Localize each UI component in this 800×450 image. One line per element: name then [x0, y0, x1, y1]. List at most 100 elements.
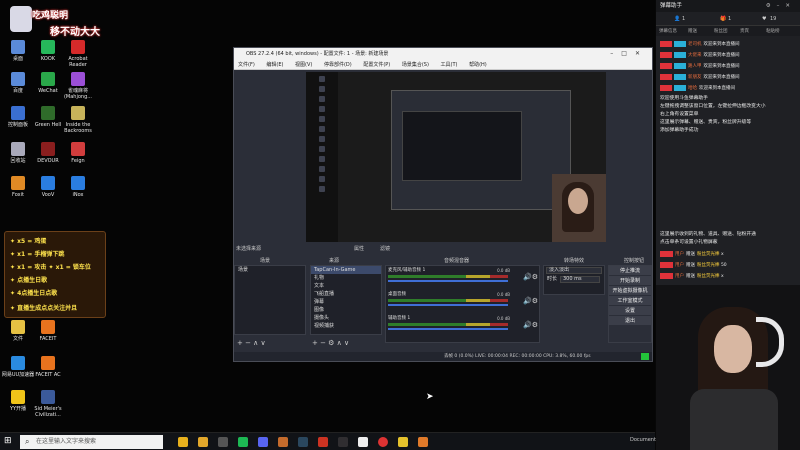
desktop-icon[interactable]: Sid Meier's Civilizati...	[30, 390, 66, 418]
fan-badge	[674, 40, 686, 47]
app4-taskbar-icon[interactable]	[418, 437, 428, 447]
windows-start-icon[interactable]: ⊞	[4, 437, 13, 446]
desktop-icon[interactable]: iNox	[60, 176, 96, 198]
exit-button[interactable]: 退出	[609, 316, 651, 326]
window-controls[interactable]: –□✕	[610, 48, 648, 60]
taskbar-document-label[interactable]: Document	[630, 437, 656, 443]
studio-mode-button[interactable]: 工作室模式	[609, 296, 651, 306]
desktop-icon[interactable]: FACEIT	[30, 320, 66, 342]
obs-titlebar[interactable]: OBS 27.2.4 (64 bit, windows) - 配置文件: 1 -…	[234, 48, 652, 60]
source-item[interactable]: 摄像头	[311, 314, 381, 322]
transition-select[interactable]: 淡入淡出	[546, 267, 602, 274]
tab-rank[interactable]: 粘贴榜	[766, 28, 780, 34]
app3-taskbar-icon[interactable]	[398, 437, 408, 447]
source-item[interactable]: 飞船直播	[311, 290, 381, 298]
menu-edit[interactable]: 编辑(E)	[266, 62, 283, 68]
app2-taskbar-icon[interactable]	[318, 437, 328, 447]
gift-message[interactable]: 用户 赠送 粉丝荧光棒 50	[660, 261, 729, 270]
gift-action: 赠送	[686, 252, 695, 257]
stop-stream-button[interactable]: 停止推流	[609, 266, 651, 276]
chat-message[interactable]: 新朋友 欢迎来到本直播间	[660, 73, 740, 82]
volume-slider[interactable]	[388, 280, 508, 282]
menu-file[interactable]: 文件(F)	[238, 62, 255, 68]
transition-select-row[interactable]: 淡入淡出	[544, 266, 604, 275]
tab-vip[interactable]: 贵宾	[740, 28, 749, 34]
volume-slider[interactable]	[388, 304, 508, 306]
app-icon	[71, 176, 85, 190]
desktop-icon[interactable]: Acrobat Reader	[60, 40, 96, 68]
scene-item[interactable]: 场景	[235, 266, 305, 274]
chat-message[interactable]: 哈哈 欢迎来到本直播间	[660, 84, 735, 93]
chat-user[interactable]: 老司机	[688, 42, 702, 47]
source-item[interactable]: 礼物	[311, 274, 381, 282]
explorer-taskbar-icon[interactable]	[198, 437, 208, 447]
menu-profile[interactable]: 配置文件(P)	[363, 62, 390, 68]
app-icon	[71, 142, 85, 156]
app-icon	[11, 106, 25, 120]
obs-record-taskbar-icon[interactable]	[378, 437, 388, 447]
sources-tools[interactable]: + − ⚙ ∧ ∨	[312, 339, 349, 347]
app-icon	[41, 176, 55, 190]
level-badge	[660, 40, 672, 47]
gift-message[interactable]: 用户 赠送 粉丝荧光棒 x	[660, 250, 726, 259]
chat-message[interactable]: 路人甲 欢迎来到本直播间	[660, 62, 740, 71]
chat-message[interactable]: 老司机 欢迎来到本直播间	[660, 40, 740, 49]
app-icon	[41, 356, 55, 370]
desktop-icon[interactable]: FACEIT AC	[30, 356, 66, 378]
chat-message[interactable]: 大佬来 欢迎来到本直播间	[660, 51, 740, 60]
desktop-icon[interactable]: Feign	[60, 142, 96, 164]
speaker-gear-icons[interactable]: 🔊⚙	[523, 297, 538, 305]
properties-button[interactable]: 属性	[354, 245, 364, 254]
obs-window[interactable]: OBS 27.2.4 (64 bit, windows) - 配置文件: 1 -…	[233, 47, 653, 362]
speaker-gear-icons[interactable]: 🔊⚙	[523, 273, 538, 281]
app-icon	[11, 176, 25, 190]
source-item[interactable]: TapCan-In-Game	[311, 266, 381, 274]
chat-user[interactable]: 新朋友	[688, 75, 702, 80]
desktop-icon[interactable]: Inside the Backrooms	[60, 106, 96, 134]
menu-tools[interactable]: 工具(T)	[441, 62, 458, 68]
volume-slider[interactable]	[388, 328, 508, 330]
chat-user[interactable]: 路人甲	[688, 64, 702, 69]
discord-taskbar-icon[interactable]	[258, 437, 268, 447]
desktop-icon[interactable]: 雀魂麻将 (Mahjong...	[60, 72, 96, 100]
tab-fans[interactable]: 粉丝团	[714, 28, 728, 34]
chrome-taskbar-icon[interactable]	[178, 437, 188, 447]
gift-message[interactable]: 用户 赠送 粉丝荧光棒 x	[660, 272, 726, 281]
steam-taskbar-icon[interactable]	[298, 437, 308, 447]
chat-window-controls[interactable]: ⚙–✕	[766, 0, 796, 12]
desktop-icon-label: iNox	[72, 192, 84, 198]
source-item[interactable]: 视频捕获	[311, 322, 381, 330]
app-icon	[41, 72, 55, 86]
menu-docks[interactable]: 停靠部件(D)	[324, 62, 352, 68]
menu-view[interactable]: 视图(V)	[295, 62, 312, 68]
virtual-camera-button[interactable]: 开始虚拟摄像机	[609, 286, 651, 296]
start-recording-button[interactable]: 开始录制	[609, 276, 651, 286]
source-item[interactable]: 弹幕	[311, 298, 381, 306]
filters-button[interactable]: 滤镜	[380, 245, 390, 254]
obs-taskbar-icon[interactable]	[338, 437, 348, 447]
gift-user[interactable]: 用户	[675, 263, 684, 268]
app-taskbar-icon[interactable]	[278, 437, 288, 447]
settings-button[interactable]: 设置	[609, 306, 651, 316]
gift-user[interactable]: 用户	[675, 274, 684, 279]
speaker-gear-icons[interactable]: 🔊⚙	[523, 321, 538, 329]
menu-help[interactable]: 帮助(H)	[469, 62, 487, 68]
taskbar-search[interactable]: ⌕ 在这里输入文字来搜索	[20, 435, 163, 449]
pen-taskbar-icon[interactable]	[358, 437, 368, 447]
obs-preview[interactable]	[306, 72, 606, 242]
chat-user[interactable]: 大佬来	[688, 53, 702, 58]
terminal-taskbar-icon[interactable]	[218, 437, 228, 447]
scenes-tools[interactable]: + − ∧ ∨	[237, 339, 266, 347]
tab-gifts[interactable]: 赠送	[688, 28, 697, 34]
gift-user[interactable]: 用户	[675, 252, 684, 257]
gift-rule: ✦ x5 = 鸡蛋	[10, 238, 47, 245]
source-item[interactable]: 文本	[311, 282, 381, 290]
chat-user[interactable]: 哈哈	[688, 86, 697, 91]
menu-scene-collection[interactable]: 场景集合(S)	[402, 62, 429, 68]
tab-messages[interactable]: 弹幕信息	[659, 28, 677, 34]
track-name: 桌面音频	[388, 292, 406, 297]
spotify-taskbar-icon[interactable]	[238, 437, 248, 447]
source-item[interactable]: 图像	[311, 306, 381, 314]
duration-input[interactable]: 300 ms	[560, 276, 600, 283]
app-icon	[41, 40, 55, 54]
